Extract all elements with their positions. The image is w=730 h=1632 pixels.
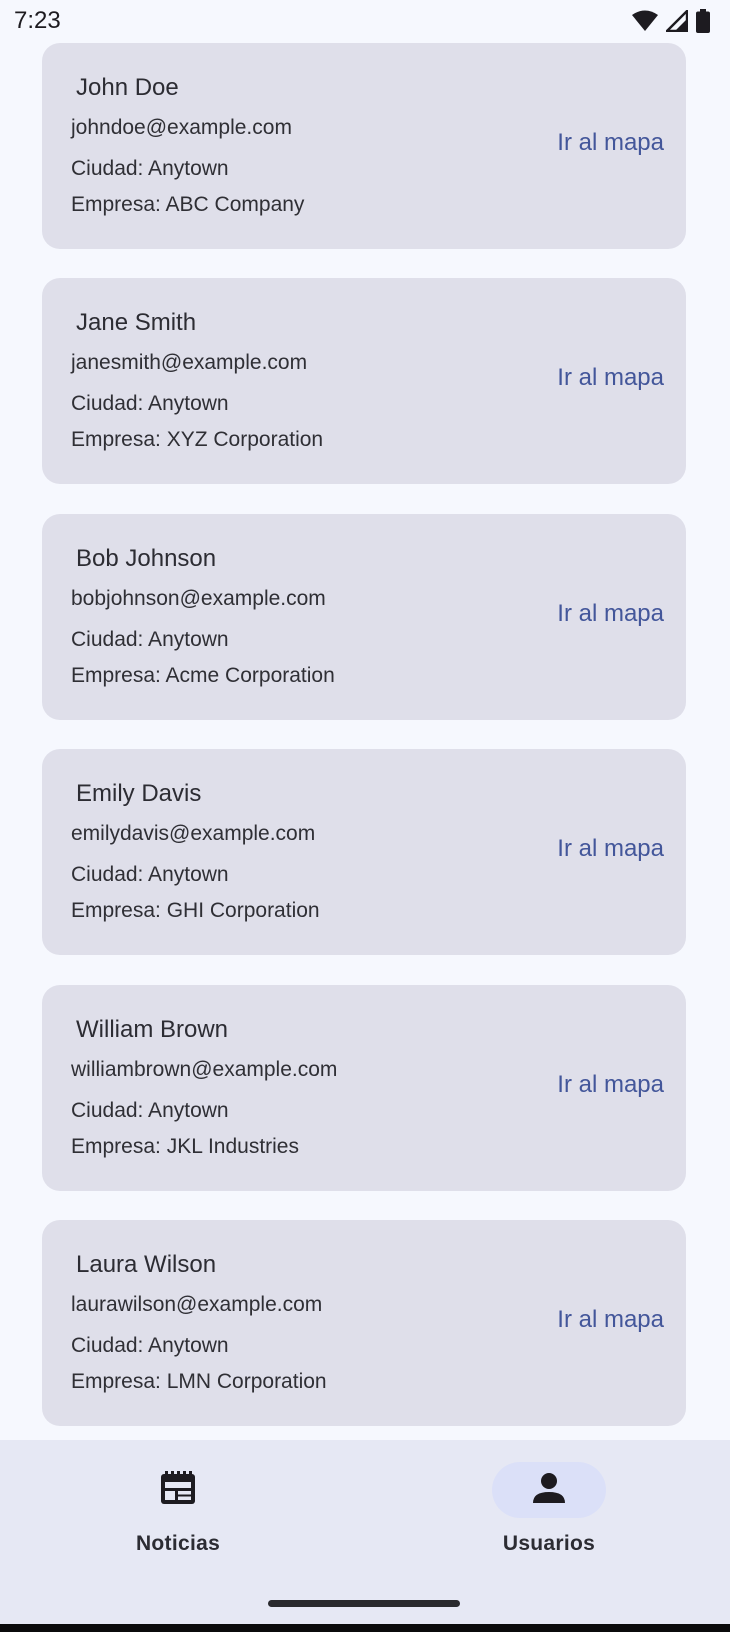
user-email: williambrown@example.com	[71, 1058, 338, 1081]
user-company: Empresa: GHI Corporation	[71, 899, 320, 922]
user-email: janesmith@example.com	[71, 351, 308, 374]
status-icons	[632, 9, 710, 33]
user-company: Empresa: LMN Corporation	[71, 1370, 327, 1393]
user-company: Empresa: Acme Corporation	[71, 664, 335, 687]
user-card: Jane Smith janesmith@example.com Ciudad:…	[42, 278, 686, 484]
user-name: Bob Johnson	[76, 545, 217, 572]
user-company: Empresa: JKL Industries	[71, 1135, 299, 1158]
screen-bottom-edge	[0, 1624, 730, 1632]
user-email: emilydavis@example.com	[71, 822, 316, 845]
user-city: Ciudad: Anytown	[71, 392, 229, 415]
user-name: William Brown	[76, 1016, 229, 1043]
nav-item-news[interactable]: Noticias	[98, 1462, 258, 1556]
user-email: laurawilson@example.com	[71, 1293, 323, 1316]
nav-news-indicator	[121, 1462, 235, 1518]
user-city: Ciudad: Anytown	[71, 1334, 229, 1357]
user-card: Bob Johnson bobjohnson@example.com Ciuda…	[42, 514, 686, 720]
status-time: 7:23	[14, 7, 61, 34]
user-company: Empresa: XYZ Corporation	[71, 428, 324, 451]
user-card: John Doe johndoe@example.com Ciudad: Any…	[42, 43, 686, 249]
user-city: Ciudad: Anytown	[71, 157, 229, 180]
home-indicator-handle[interactable]	[268, 1600, 460, 1607]
user-email: bobjohnson@example.com	[71, 587, 326, 610]
user-city: Ciudad: Anytown	[71, 863, 229, 886]
user-company: Empresa: ABC Company	[71, 193, 305, 216]
go-to-map-button[interactable]: Ir al mapa	[557, 1306, 664, 1334]
nav-users-active-indicator	[492, 1462, 606, 1518]
user-card: William Brown williambrown@example.com C…	[42, 985, 686, 1191]
user-card: Emily Davis emilydavis@example.com Ciuda…	[42, 749, 686, 955]
nav-label-news: Noticias	[135, 1532, 221, 1555]
user-name: Emily Davis	[76, 780, 202, 807]
person-icon	[532, 1471, 566, 1510]
nav-label-users: Usuarios	[502, 1532, 596, 1555]
user-city: Ciudad: Anytown	[71, 628, 229, 651]
go-to-map-button[interactable]: Ir al mapa	[557, 364, 664, 392]
go-to-map-button[interactable]: Ir al mapa	[557, 1071, 664, 1099]
go-to-map-button[interactable]: Ir al mapa	[557, 129, 664, 157]
status-bar: 7:23	[0, 0, 730, 42]
user-city: Ciudad: Anytown	[71, 1099, 229, 1122]
user-list[interactable]: John Doe johndoe@example.com Ciudad: Any…	[0, 42, 730, 1440]
user-name: Laura Wilson	[76, 1251, 217, 1278]
go-to-map-button[interactable]: Ir al mapa	[557, 835, 664, 863]
user-name: John Doe	[76, 74, 179, 101]
nav-item-users[interactable]: Usuarios	[469, 1462, 629, 1556]
user-email: johndoe@example.com	[71, 116, 292, 139]
go-to-map-button[interactable]: Ir al mapa	[557, 600, 664, 628]
wifi-icon	[632, 10, 658, 32]
user-name: Jane Smith	[76, 309, 197, 336]
user-card: Laura Wilson laurawilson@example.com Ciu…	[42, 1220, 686, 1426]
cellular-signal-icon	[666, 10, 688, 32]
battery-icon	[696, 9, 710, 33]
newspaper-icon	[159, 1470, 197, 1511]
